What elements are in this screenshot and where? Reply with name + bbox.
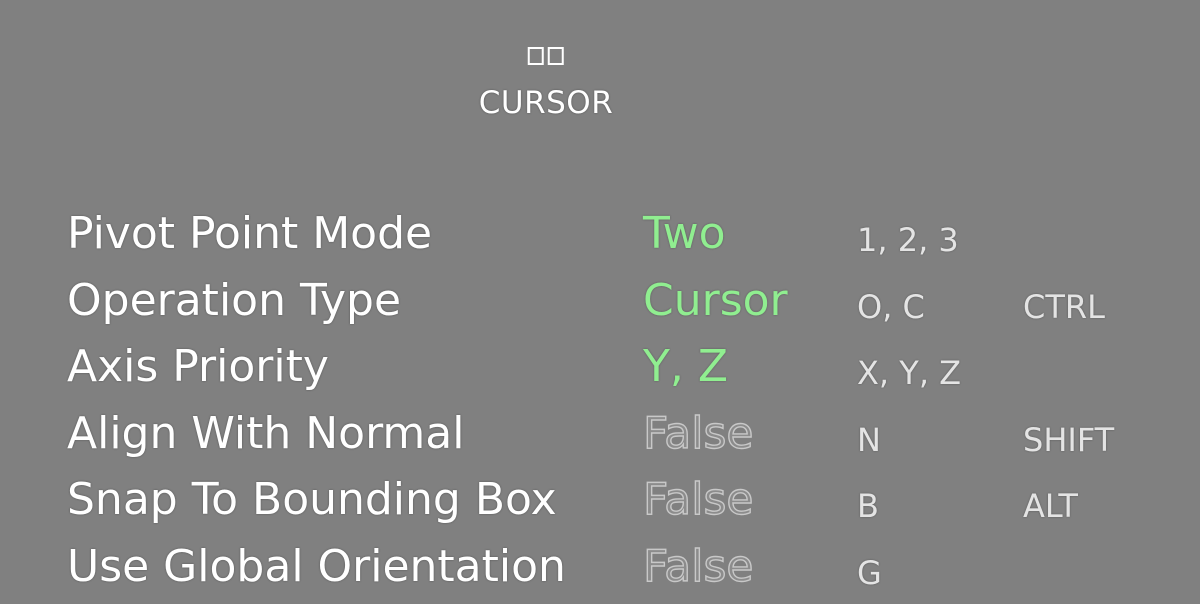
setting-row-pivot-point-mode: Pivot Point Mode Two 1, 2, 3 [0, 203, 1200, 270]
setting-value: False [642, 407, 754, 459]
mode-box-left [528, 47, 544, 65]
setting-label: Pivot Point Mode [67, 208, 433, 259]
setting-modifier: SHIFT [1023, 420, 1115, 459]
setting-keys: N [857, 420, 881, 459]
mode-box-right [548, 47, 564, 65]
setting-row-use-global-orientation: Use Global Orientation False G [0, 536, 1200, 603]
mode-title: CURSOR [478, 85, 614, 121]
setting-keys: O, C [857, 287, 925, 326]
setting-label: Snap To Bounding Box [67, 474, 557, 525]
setting-row-snap-to-bounding-box: Snap To Bounding Box False B ALT [0, 469, 1200, 536]
setting-value: Cursor [643, 274, 788, 326]
setting-row-align-with-normal: Align With Normal False N SHIFT [0, 403, 1200, 470]
two-boxes-icon [528, 44, 564, 68]
setting-label: Align With Normal [67, 407, 465, 459]
setting-keys: B [857, 487, 879, 525]
setting-keys: X, Y, Z [857, 354, 962, 392]
setting-label: Axis Priority [67, 341, 329, 392]
setting-value: Two [643, 208, 726, 259]
setting-label: Use Global Orientation [67, 540, 566, 592]
setting-modifier: CTRL [1023, 287, 1105, 326]
mode-header: CURSOR [479, 44, 614, 120]
settings-list: Pivot Point Mode Two 1, 2, 3 Operation T… [0, 203, 1200, 602]
setting-row-operation-type: Operation Type Cursor O, C CTRL [0, 270, 1200, 337]
setting-keys: G [857, 553, 882, 592]
setting-value: Y, Z [643, 341, 728, 392]
setting-keys: 1, 2, 3 [857, 221, 959, 259]
setting-modifier: ALT [1023, 487, 1078, 525]
setting-value: False [642, 540, 754, 592]
setting-label: Operation Type [67, 274, 402, 326]
setting-row-axis-priority: Axis Priority Y, Z X, Y, Z [0, 336, 1200, 403]
setting-value: False [642, 473, 754, 525]
